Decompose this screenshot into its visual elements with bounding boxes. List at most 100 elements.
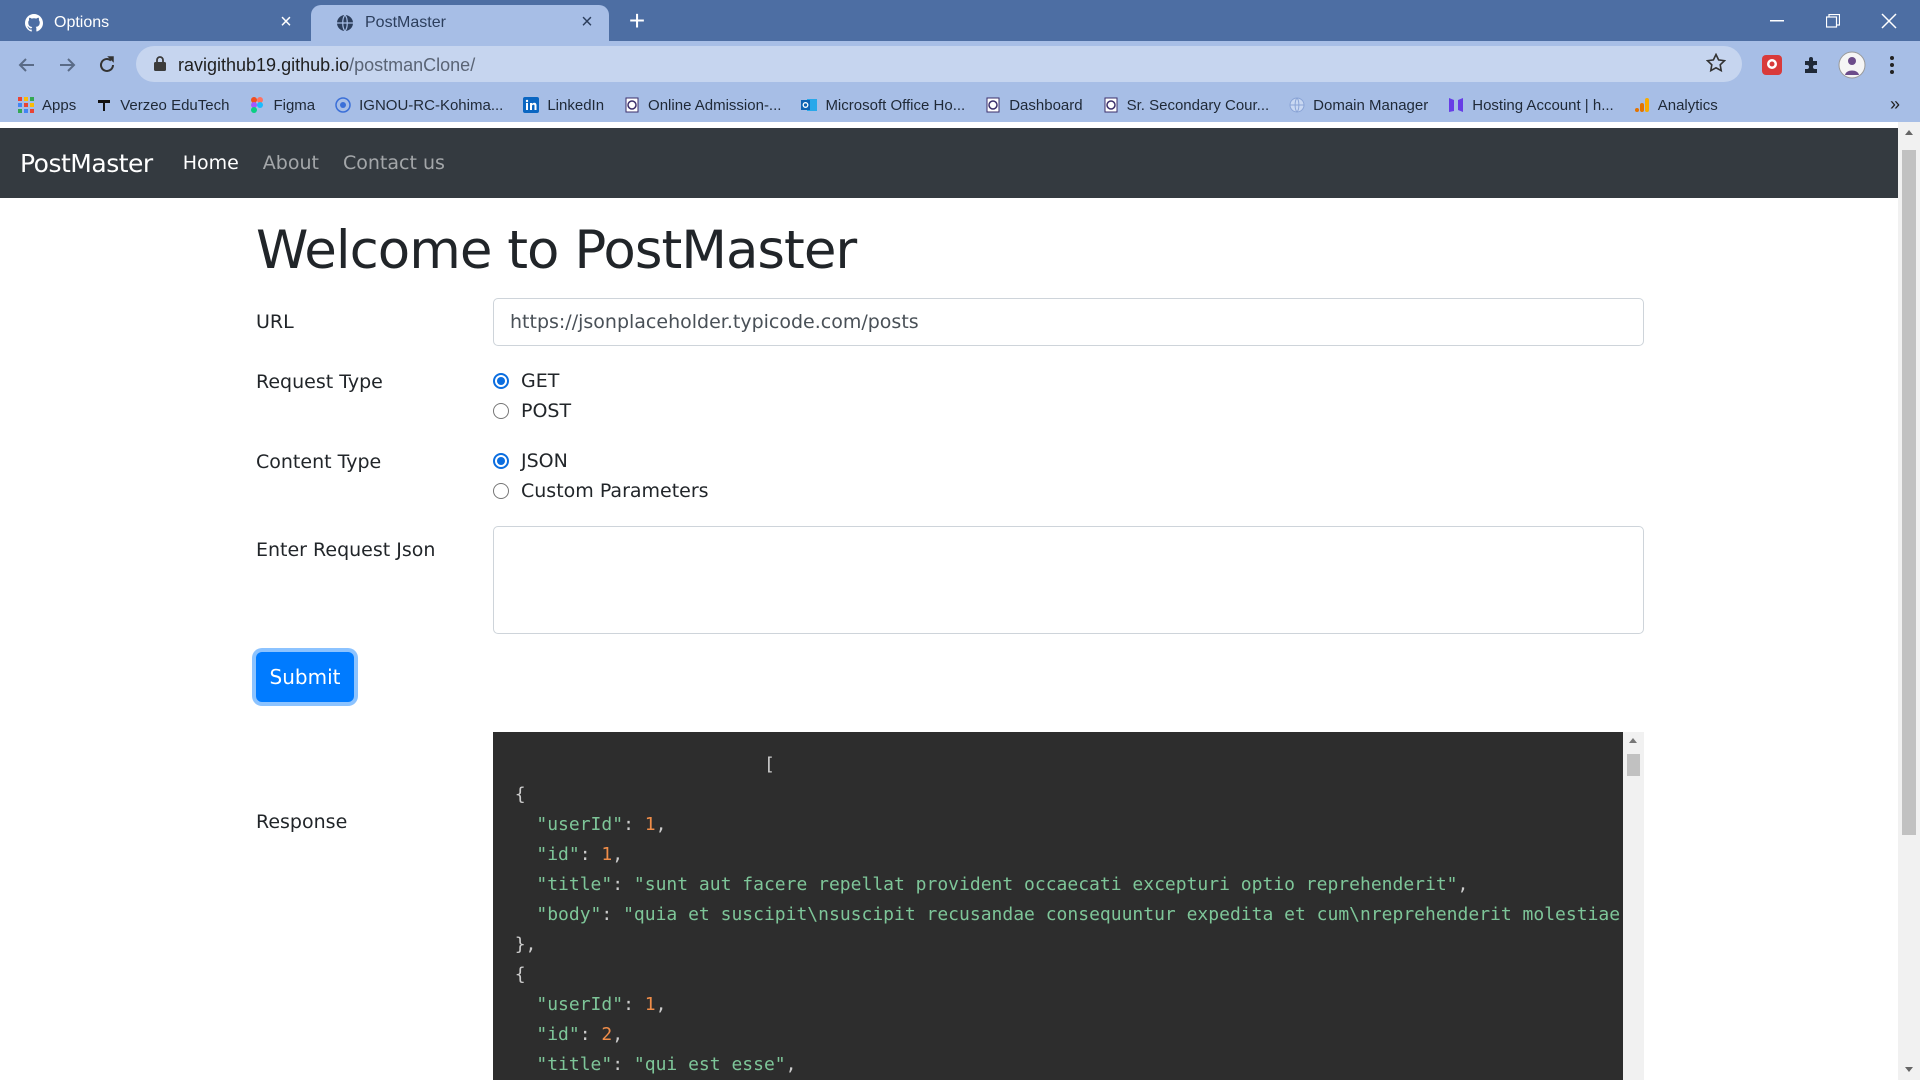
- bookmark-dashboard[interactable]: Dashboard: [985, 97, 1083, 114]
- close-tab-icon[interactable]: ×: [577, 12, 597, 33]
- back-arrow-icon[interactable]: [12, 50, 42, 80]
- bookmark-hosting-account[interactable]: Hosting Account | h...: [1448, 96, 1614, 114]
- figma-icon: [249, 97, 265, 113]
- nav-link-home[interactable]: Home: [183, 152, 239, 174]
- tab-options[interactable]: Options ×: [0, 5, 308, 41]
- bookmark-star-icon[interactable]: [1705, 52, 1727, 78]
- request-type-get[interactable]: GET: [493, 370, 559, 392]
- code-line: {: [493, 960, 1623, 990]
- bookmark-microsoft-office[interactable]: Microsoft Office Ho...: [801, 97, 965, 114]
- close-tab-icon[interactable]: ×: [276, 12, 296, 33]
- nav-link-about[interactable]: About: [263, 152, 319, 174]
- code-key: "id": [536, 844, 580, 865]
- outlook-icon: [801, 97, 818, 113]
- radio-custom-parameters[interactable]: [493, 483, 509, 499]
- extensions-puzzle-icon[interactable]: [1798, 51, 1826, 79]
- profile-avatar-icon[interactable]: [1838, 51, 1866, 79]
- restore-icon[interactable]: [1805, 0, 1861, 41]
- bookmark-figma[interactable]: Figma: [249, 97, 315, 114]
- close-window-icon[interactable]: [1861, 0, 1917, 41]
- code-string: "quia et suscipit\nsuscipit recusandae c…: [623, 904, 1621, 925]
- code-punctuation: :: [579, 1024, 602, 1045]
- code-punctuation: ,: [612, 1024, 624, 1045]
- globe-icon: [1289, 97, 1305, 113]
- bookmark-label: Hosting Account | h...: [1472, 96, 1614, 114]
- bookmark-label: Sr. Secondary Cour...: [1126, 96, 1270, 114]
- code-punctuation: },: [514, 934, 537, 955]
- extension-icon[interactable]: [1758, 51, 1786, 79]
- bookmark-analytics[interactable]: Analytics: [1634, 97, 1718, 114]
- code-key: "id": [536, 1024, 580, 1045]
- address-bar[interactable]: ravigithub19.github.io/postmanClone/: [136, 46, 1742, 82]
- nios-icon: [624, 97, 640, 113]
- response-scrollbar[interactable]: [1623, 732, 1644, 1080]
- code-line: "userId": 1,: [493, 990, 1623, 1020]
- response-label: Response: [256, 811, 348, 833]
- site-navbar: PostMaster Home About Contact us: [0, 128, 1898, 198]
- code-punctuation: ,: [785, 1054, 797, 1075]
- content-type-custom-parameters[interactable]: Custom Parameters: [493, 480, 709, 502]
- code-line: "title": "qui est esse",: [493, 1050, 1623, 1080]
- bookmark-domain-manager[interactable]: Domain Manager: [1289, 97, 1428, 114]
- scroll-thumb[interactable]: [1902, 150, 1916, 835]
- url-label: URL: [256, 311, 294, 333]
- code-line: "body": "quia et suscipit\nsuscipit recu…: [493, 900, 1623, 930]
- code-punctuation: :: [579, 844, 602, 865]
- reload-icon[interactable]: [92, 50, 122, 80]
- radio-get[interactable]: [493, 373, 509, 389]
- address-host: ravigithub19.github.io: [178, 55, 350, 75]
- scroll-thumb[interactable]: [1627, 754, 1640, 776]
- bookmark-label: Figma: [273, 96, 316, 114]
- submit-button[interactable]: Submit: [256, 652, 354, 702]
- content-type-json[interactable]: JSON: [493, 450, 568, 472]
- radio-json[interactable]: [493, 453, 509, 469]
- code-line: "id": 1,: [493, 840, 1623, 870]
- response-panel[interactable]: [ { "userId": 1, "id": 1, "title": "sunt…: [493, 732, 1644, 1080]
- code-line: },: [493, 930, 1623, 960]
- nav-link-contact[interactable]: Contact us: [343, 152, 445, 174]
- tab-postmaster[interactable]: PostMaster ×: [311, 5, 609, 41]
- page-scrollbar[interactable]: [1898, 122, 1920, 1080]
- code-number: 1: [644, 814, 656, 835]
- navbar-brand[interactable]: PostMaster: [20, 149, 153, 178]
- radio-label: GET: [521, 370, 560, 392]
- bookmark-label: Apps: [42, 96, 77, 114]
- hostinger-icon: [1448, 97, 1464, 113]
- address-text: ravigithub19.github.io/postmanClone/: [178, 55, 475, 76]
- url-input[interactable]: [493, 298, 1644, 346]
- request-json-label: Enter Request Json: [256, 539, 436, 561]
- code-key: "title": [536, 874, 613, 895]
- scroll-down-arrow-icon[interactable]: [1905, 1067, 1913, 1072]
- code-punctuation: :: [612, 1054, 634, 1075]
- code-key: "body": [536, 904, 602, 925]
- scroll-up-arrow-icon[interactable]: [1905, 130, 1913, 135]
- radio-post[interactable]: [493, 403, 509, 419]
- address-path: /postmanClone/: [349, 55, 476, 75]
- bookmark-ignou[interactable]: IGNOU-RC-Kohima...: [335, 97, 503, 114]
- code-key: "userId": [536, 994, 624, 1015]
- forward-arrow-icon[interactable]: [52, 50, 82, 80]
- bookmark-apps[interactable]: Apps: [18, 97, 76, 114]
- bookmarks-overflow-icon[interactable]: »: [1890, 94, 1900, 115]
- menu-dots-icon[interactable]: [1878, 51, 1906, 79]
- code-string: "sunt aut facere repellat provident occa…: [633, 874, 1458, 895]
- code-number: 1: [644, 994, 656, 1015]
- tab-title: Options: [54, 14, 110, 31]
- minimize-icon[interactable]: [1749, 0, 1805, 41]
- page-viewport: PostMaster Home About Contact us Welcome…: [0, 122, 1920, 1080]
- request-type-post[interactable]: POST: [493, 400, 571, 422]
- globe-icon: [335, 13, 355, 33]
- new-tab-button[interactable]: +: [623, 7, 651, 36]
- code-punctuation: :: [623, 814, 645, 835]
- request-json-textarea[interactable]: [493, 526, 1644, 634]
- code-punctuation: ,: [655, 814, 667, 835]
- radio-label: POST: [521, 400, 572, 422]
- bookmark-sr-secondary[interactable]: Sr. Secondary Cour...: [1103, 96, 1270, 114]
- github-icon: [24, 13, 44, 33]
- code-line: [: [493, 750, 1623, 780]
- code-line: "id": 2,: [493, 1020, 1623, 1050]
- bookmark-linkedin[interactable]: LinkedIn: [523, 97, 604, 114]
- bookmark-online-admission[interactable]: Online Admission-...: [624, 97, 781, 114]
- scroll-up-arrow-icon[interactable]: [1629, 738, 1637, 743]
- bookmark-verzeo[interactable]: Verzeo EduTech: [96, 97, 229, 114]
